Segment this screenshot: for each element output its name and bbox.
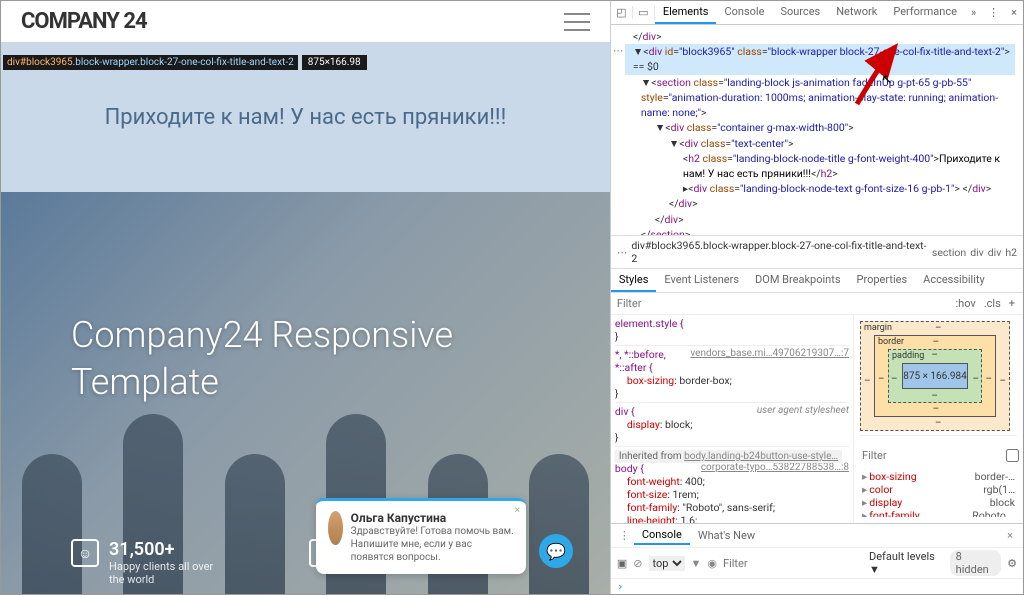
stat-number: No. 1 bbox=[71, 593, 114, 594]
inspect-icon[interactable]: ◰ bbox=[611, 6, 633, 19]
stat-number: AAA bbox=[294, 593, 330, 594]
tab-console[interactable]: Console bbox=[716, 1, 772, 24]
tab-whats-new[interactable]: What's New bbox=[690, 527, 763, 544]
site-header: COMPANY 24 bbox=[1, 1, 610, 42]
hero-big-title: Company24 Responsive Template bbox=[1, 192, 610, 406]
chat-bubble-icon[interactable]: 💬 bbox=[539, 534, 573, 568]
box-content-size: 875 × 166.984 bbox=[902, 363, 968, 389]
tab-dom-breakpoints[interactable]: DOM Breakpoints bbox=[747, 269, 848, 292]
chat-message: Здравствуйте! Готова помочь вам. Напишит… bbox=[351, 525, 514, 564]
tab-sources[interactable]: Sources bbox=[772, 1, 828, 24]
hamburger-icon[interactable] bbox=[564, 13, 590, 31]
computed-filter-input[interactable] bbox=[862, 449, 1002, 462]
css-rules[interactable]: element.style {} vendors_base.mi…4970621… bbox=[611, 315, 853, 523]
show-all-checkbox[interactable] bbox=[1006, 449, 1019, 462]
live-expression-icon[interactable]: ◉ bbox=[707, 557, 717, 570]
styles-tabs: Styles Event Listeners DOM Breakpoints P… bbox=[611, 269, 1023, 293]
hero-section-big: Company24 Responsive Template ☺ 31,500+ … bbox=[1, 192, 610, 594]
logo: COMPANY 24 bbox=[21, 9, 147, 34]
tab-event-listeners[interactable]: Event Listeners bbox=[656, 269, 747, 292]
computed-styles[interactable]: ▸box-sizingborder-… ▸colorrgb(1… ▸displa… bbox=[860, 470, 1017, 517]
tab-accessibility[interactable]: Accessibility bbox=[915, 269, 993, 292]
tab-drawer-console[interactable]: Console bbox=[634, 526, 690, 545]
add-rule-icon[interactable]: + bbox=[1005, 297, 1019, 310]
sidebar-toggle-icon[interactable]: ▣ bbox=[617, 557, 627, 570]
page-preview: COMPANY 24 div#block3965.block-wrapper.b… bbox=[1, 1, 610, 594]
devtools-panel: ◰ ▭ Elements Console Sources Network Per… bbox=[610, 1, 1023, 594]
tab-properties[interactable]: Properties bbox=[849, 269, 916, 292]
cursor-icon: ↖ bbox=[881, 70, 893, 90]
stats-row-2: No. 1 AAA bbox=[71, 593, 330, 594]
smile-icon: ☺ bbox=[71, 539, 99, 567]
dom-tree[interactable]: ⋯ </div> ▼<div id="block3965" class="blo… bbox=[611, 25, 1023, 235]
dom-breadcrumb[interactable]: ⋯ div#block3965.block-wrapper.block-27-o… bbox=[611, 235, 1023, 269]
stat-item: ☺ 31,500+ Happy clients all over the wor… bbox=[71, 539, 229, 586]
tooltip-selector-classes: .block-wrapper.block-27-one-col-fix-titl… bbox=[73, 57, 294, 68]
close-icon[interactable]: × bbox=[515, 505, 520, 516]
settings-icon[interactable]: ⚙ bbox=[1007, 557, 1017, 570]
tooltip-dimensions: 875×166.98 bbox=[302, 55, 367, 70]
console-drawer: ⋮ Console What's New × ▣ ⊘ top ▼ ◉ Defau… bbox=[611, 523, 1023, 594]
avatar bbox=[328, 511, 343, 545]
drawer-kebab-icon[interactable]: ⋮ bbox=[615, 529, 634, 542]
tooltip-selector-id: div#block3965 bbox=[7, 57, 73, 68]
more-tabs-icon[interactable]: » bbox=[965, 6, 982, 19]
tab-elements[interactable]: Elements bbox=[655, 1, 717, 24]
stat-label: Happy clients all over the world bbox=[109, 560, 229, 586]
cls-toggle[interactable]: .cls bbox=[980, 297, 1005, 310]
context-select[interactable]: top bbox=[649, 556, 685, 571]
inspect-highlight-tooltip: div#block3965.block-wrapper.block-27-one… bbox=[3, 55, 367, 70]
devtools-top-bar: ◰ ▭ Elements Console Sources Network Per… bbox=[611, 1, 1023, 25]
styles-filter-input[interactable] bbox=[615, 295, 952, 312]
console-input[interactable]: › bbox=[611, 579, 1023, 594]
device-icon[interactable]: ▭ bbox=[633, 6, 655, 19]
stat-number: 31,500+ bbox=[109, 539, 229, 560]
chat-name: Ольга Капустина bbox=[351, 511, 514, 525]
chat-widget[interactable]: × Ольга Капустина Здравствуйте! Готова п… bbox=[316, 498, 526, 574]
tab-network[interactable]: Network bbox=[828, 1, 885, 24]
close-icon[interactable]: × bbox=[1005, 6, 1023, 19]
hidden-count[interactable]: 8 hidden bbox=[950, 550, 1001, 576]
hero-small-title: Приходите к нам! У нас есть пряники!!! bbox=[105, 105, 507, 130]
kebab-icon[interactable]: ⋮ bbox=[982, 6, 1005, 19]
close-icon[interactable]: × bbox=[1001, 529, 1019, 542]
box-model: margin–––– border–––– padding–––– 875 × … bbox=[853, 315, 1023, 523]
log-level-select[interactable]: Default levels ▼ bbox=[869, 550, 944, 576]
tab-styles[interactable]: Styles bbox=[611, 269, 657, 292]
hov-toggle[interactable]: :hov bbox=[951, 297, 979, 310]
tab-performance[interactable]: Performance bbox=[885, 1, 965, 24]
clear-console-icon[interactable]: ⊘ bbox=[633, 557, 642, 570]
console-filter-input[interactable] bbox=[723, 557, 863, 570]
